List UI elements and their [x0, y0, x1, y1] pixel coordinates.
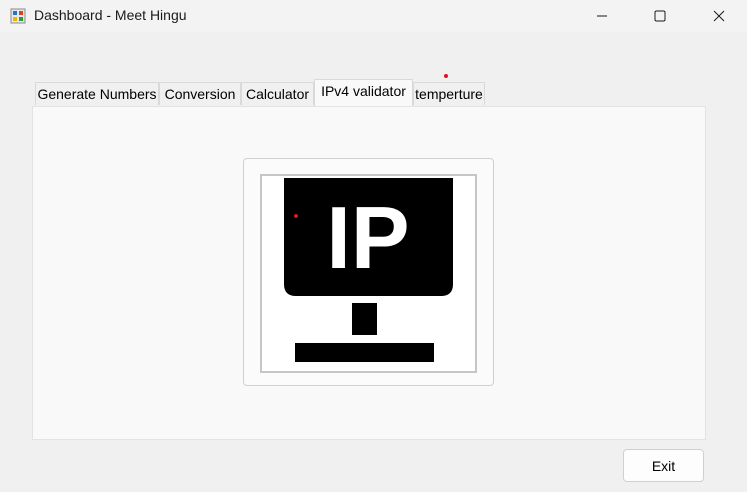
red-marker-dot [444, 74, 448, 78]
ip-image: IP [260, 174, 477, 373]
maximize-icon [654, 10, 666, 22]
main-window: Dashboard - Meet Hingu Generate Numbers … [0, 0, 747, 492]
winforms-app-icon [10, 8, 26, 24]
minimize-icon [597, 15, 607, 17]
maximize-button[interactable] [637, 0, 683, 32]
tab-label: Calculator [245, 86, 310, 102]
window-title: Dashboard - Meet Hingu [34, 7, 187, 23]
tab-label: temperture [415, 86, 483, 102]
ip-monitor-icon: IP [284, 178, 453, 362]
tab-ipv4-validator[interactable]: IPv4 validator [314, 79, 413, 106]
ip-text: IP [326, 188, 409, 287]
tab-conversion[interactable]: Conversion [159, 82, 241, 105]
tab-generate-numbers[interactable]: Generate Numbers [35, 82, 159, 105]
minimize-button[interactable] [579, 0, 625, 32]
close-icon [713, 10, 725, 22]
red-marker-dot [294, 214, 298, 218]
close-button[interactable] [696, 0, 742, 32]
tab-label: Conversion [164, 86, 236, 102]
tab-label: Generate Numbers [37, 86, 157, 102]
tab-temperture[interactable]: temperture [413, 82, 485, 105]
title-bar[interactable]: Dashboard - Meet Hingu [0, 0, 747, 32]
tab-calculator[interactable]: Calculator [241, 82, 314, 105]
tab-label: IPv4 validator [321, 83, 406, 99]
exit-button[interactable]: Exit [623, 449, 704, 482]
